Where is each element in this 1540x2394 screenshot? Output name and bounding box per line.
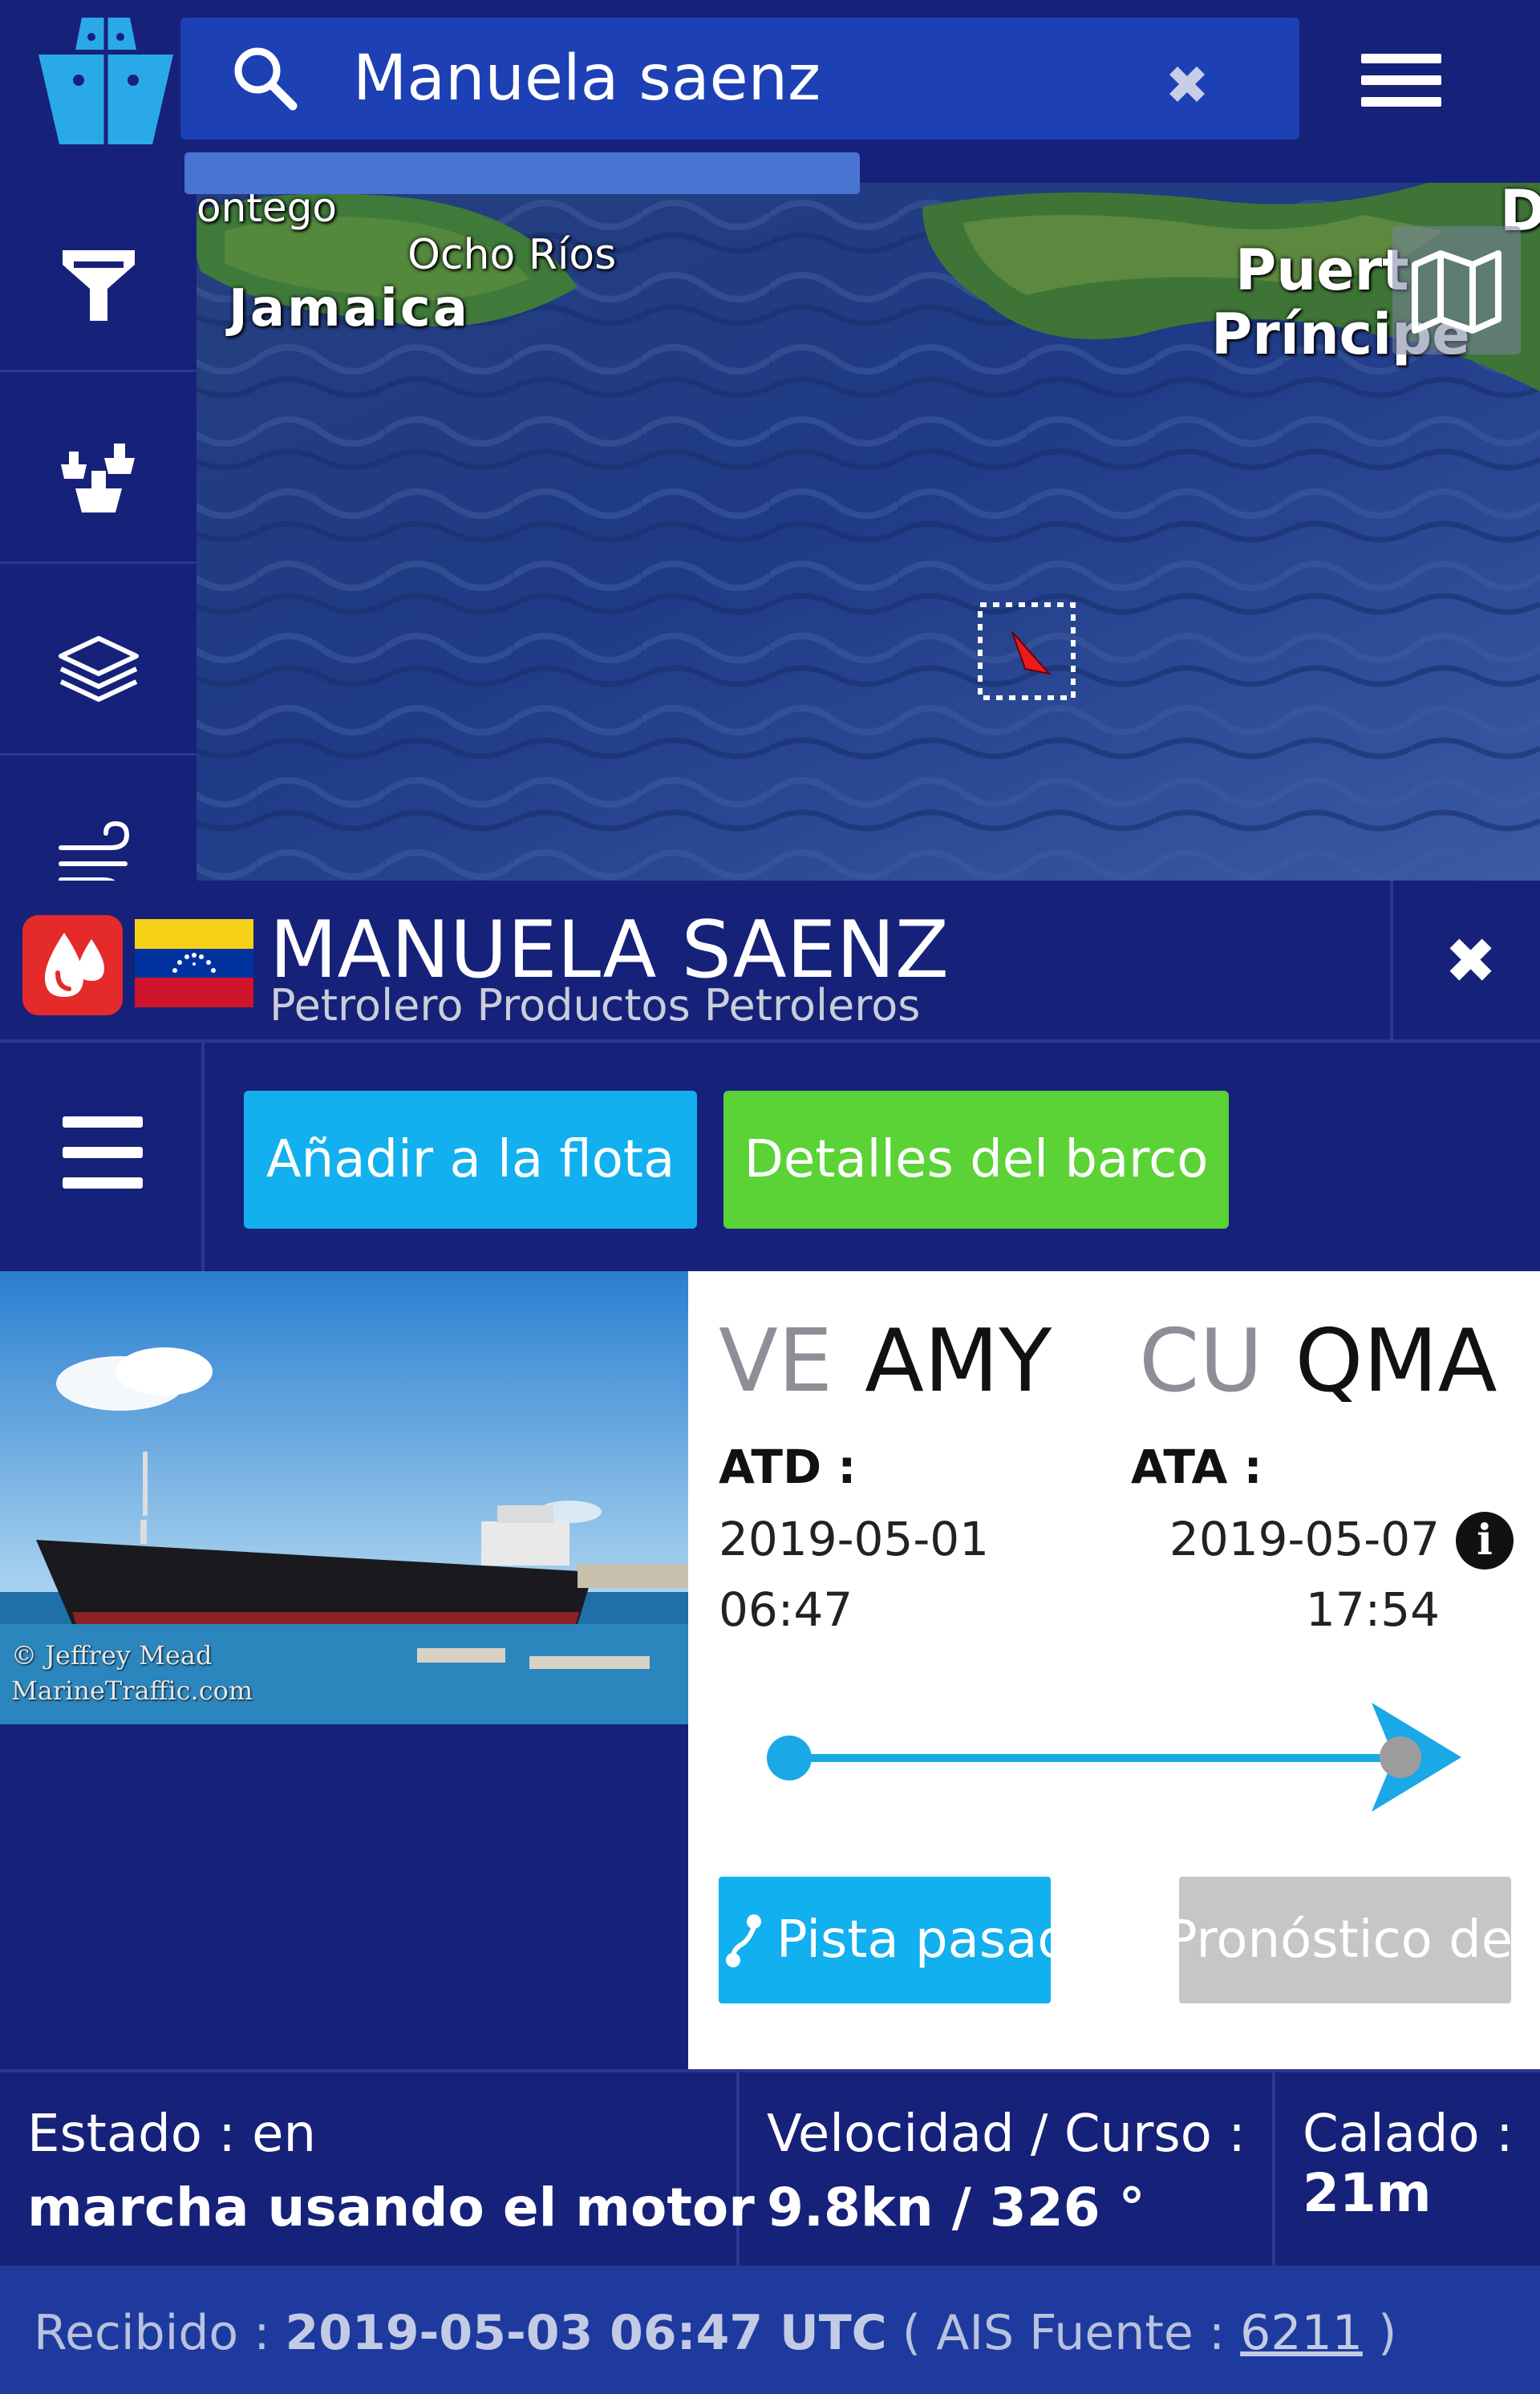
search-bar[interactable]: ✖ bbox=[180, 18, 1299, 140]
vessel-stats: Estado : en marcha usando el motor Veloc… bbox=[0, 2069, 1540, 2266]
header-divider bbox=[1390, 881, 1393, 1043]
status-stat: Estado : en marcha usando el motor bbox=[0, 2072, 755, 2266]
received-timestamp: 2019-05-03 06:47 UTC bbox=[285, 2305, 887, 2361]
forecast-button[interactable]: Pronóstico de bbox=[1179, 1877, 1511, 2003]
map-icon bbox=[1412, 250, 1502, 334]
app-logo[interactable] bbox=[32, 10, 180, 148]
received-label: Recibido : bbox=[34, 2305, 286, 2361]
oil-drop-icon bbox=[22, 915, 123, 1015]
voyage-start-dot bbox=[767, 1736, 812, 1780]
layers-button[interactable] bbox=[0, 566, 197, 755]
speed-value: 9.8kn / 326 ° bbox=[767, 2177, 1145, 2238]
close-icon[interactable]: ✖ bbox=[1401, 881, 1540, 1043]
vessel-photo[interactable]: © Jeffrey Mead MarineTraffic.com bbox=[0, 1271, 688, 1724]
info-icon[interactable]: i bbox=[1456, 1512, 1514, 1570]
track-icon bbox=[726, 1914, 761, 1967]
forecast-label: Pronóstico de bbox=[1179, 1910, 1511, 1970]
map-label-ocho-rios: Ocho Ríos bbox=[407, 231, 617, 279]
search-input[interactable] bbox=[353, 34, 1155, 124]
app-screen: ontego Ocho Ríos Jamaica Puert Príncipe … bbox=[0, 0, 1540, 2394]
speed-label: Velocidad / Curso : bbox=[767, 2104, 1246, 2164]
search-progress-bar bbox=[184, 152, 860, 194]
vessel-actions: Añadir a la flota Detalles del barco bbox=[0, 1043, 1540, 1271]
vessel-header: MANUELA SAENZ Petrolero Productos Petrol… bbox=[0, 881, 1540, 1043]
ais-source-suffix: ) bbox=[1362, 2305, 1397, 2361]
vessel-menu-button[interactable] bbox=[0, 1043, 205, 1271]
venezuela-flag bbox=[135, 919, 253, 1007]
atd-label: ATD : bbox=[719, 1440, 857, 1494]
draught-label: Calado : bbox=[1303, 2104, 1514, 2164]
layers-icon bbox=[59, 636, 139, 702]
photo-credit: © Jeffrey Mead MarineTraffic.com bbox=[11, 1638, 253, 1708]
speed-stat: Velocidad / Curso : 9.8kn / 326 ° bbox=[740, 2072, 1275, 2266]
draught-stat: Calado : 21m bbox=[1275, 2072, 1540, 2266]
atd-date: 2019-05-01 bbox=[719, 1512, 990, 1566]
ais-source-link[interactable]: 6211 bbox=[1240, 2305, 1363, 2361]
arrival-port-code: QMA bbox=[1295, 1311, 1497, 1412]
departure-country: VE bbox=[719, 1311, 833, 1412]
past-track-label: Pista pasad bbox=[776, 1910, 1051, 1970]
vessel-details-button[interactable]: Detalles del barco bbox=[723, 1091, 1229, 1229]
arrival-country: CU bbox=[1139, 1311, 1263, 1412]
vessel-type: Petrolero Productos Petroleros bbox=[270, 980, 921, 1031]
ata-label: ATA : bbox=[1131, 1440, 1262, 1494]
map-label-jamaica: Jamaica bbox=[229, 279, 470, 338]
map-tools-sidebar bbox=[0, 183, 197, 895]
photo-credit-site: MarineTraffic.com bbox=[11, 1675, 253, 1706]
marinetraffic-ship-logo bbox=[38, 18, 173, 144]
received-bar: Recibido : 2019-05-03 06:47 UTC ( AIS Fu… bbox=[0, 2266, 1540, 2394]
map-label-puerto: Puert bbox=[1235, 237, 1409, 303]
add-to-fleet-button[interactable]: Añadir a la flota bbox=[244, 1091, 697, 1229]
received-line: Recibido : 2019-05-03 06:47 UTC ( AIS Fu… bbox=[34, 2305, 1396, 2361]
status-label: Estado : en bbox=[27, 2104, 317, 2164]
hamburger-icon[interactable] bbox=[1352, 44, 1456, 116]
map-type-button[interactable] bbox=[1392, 226, 1521, 354]
ais-source-prefix: ( AIS Fuente : bbox=[886, 2305, 1241, 2361]
fleet-icon bbox=[61, 444, 135, 512]
map-view[interactable]: ontego Ocho Ríos Jamaica Puert Príncipe … bbox=[0, 183, 1540, 881]
ata-time: 17:54 bbox=[1305, 1582, 1440, 1637]
atd-time: 06:47 bbox=[719, 1582, 853, 1637]
filter-button[interactable] bbox=[0, 183, 197, 372]
voyage-panel: VE AMY CU QMA ATD : ATA : 2019-05-01 06:47… bbox=[688, 1271, 1540, 2069]
arrival-port: CU QMA bbox=[1139, 1311, 1497, 1412]
departure-port-code: AMY bbox=[865, 1311, 1052, 1412]
ata-date: 2019-05-07 bbox=[1169, 1512, 1440, 1566]
voyage-progress-track bbox=[791, 1754, 1400, 1762]
search-icon bbox=[234, 47, 298, 111]
filter-icon bbox=[63, 250, 135, 321]
photo-credit-author: © Jeffrey Mead bbox=[11, 1640, 213, 1671]
fleet-button[interactable] bbox=[0, 375, 197, 564]
draught-value: 21m bbox=[1303, 2162, 1432, 2224]
status-value: marcha usando el motor bbox=[27, 2177, 755, 2238]
voyage-arrow-icon bbox=[1372, 1703, 1461, 1812]
past-track-button[interactable]: Pista pasad bbox=[719, 1877, 1051, 2003]
photo-panel-background bbox=[0, 1724, 688, 2069]
departure-port: VE AMY bbox=[719, 1311, 1052, 1412]
clear-search-icon[interactable]: ✖ bbox=[1155, 54, 1219, 118]
